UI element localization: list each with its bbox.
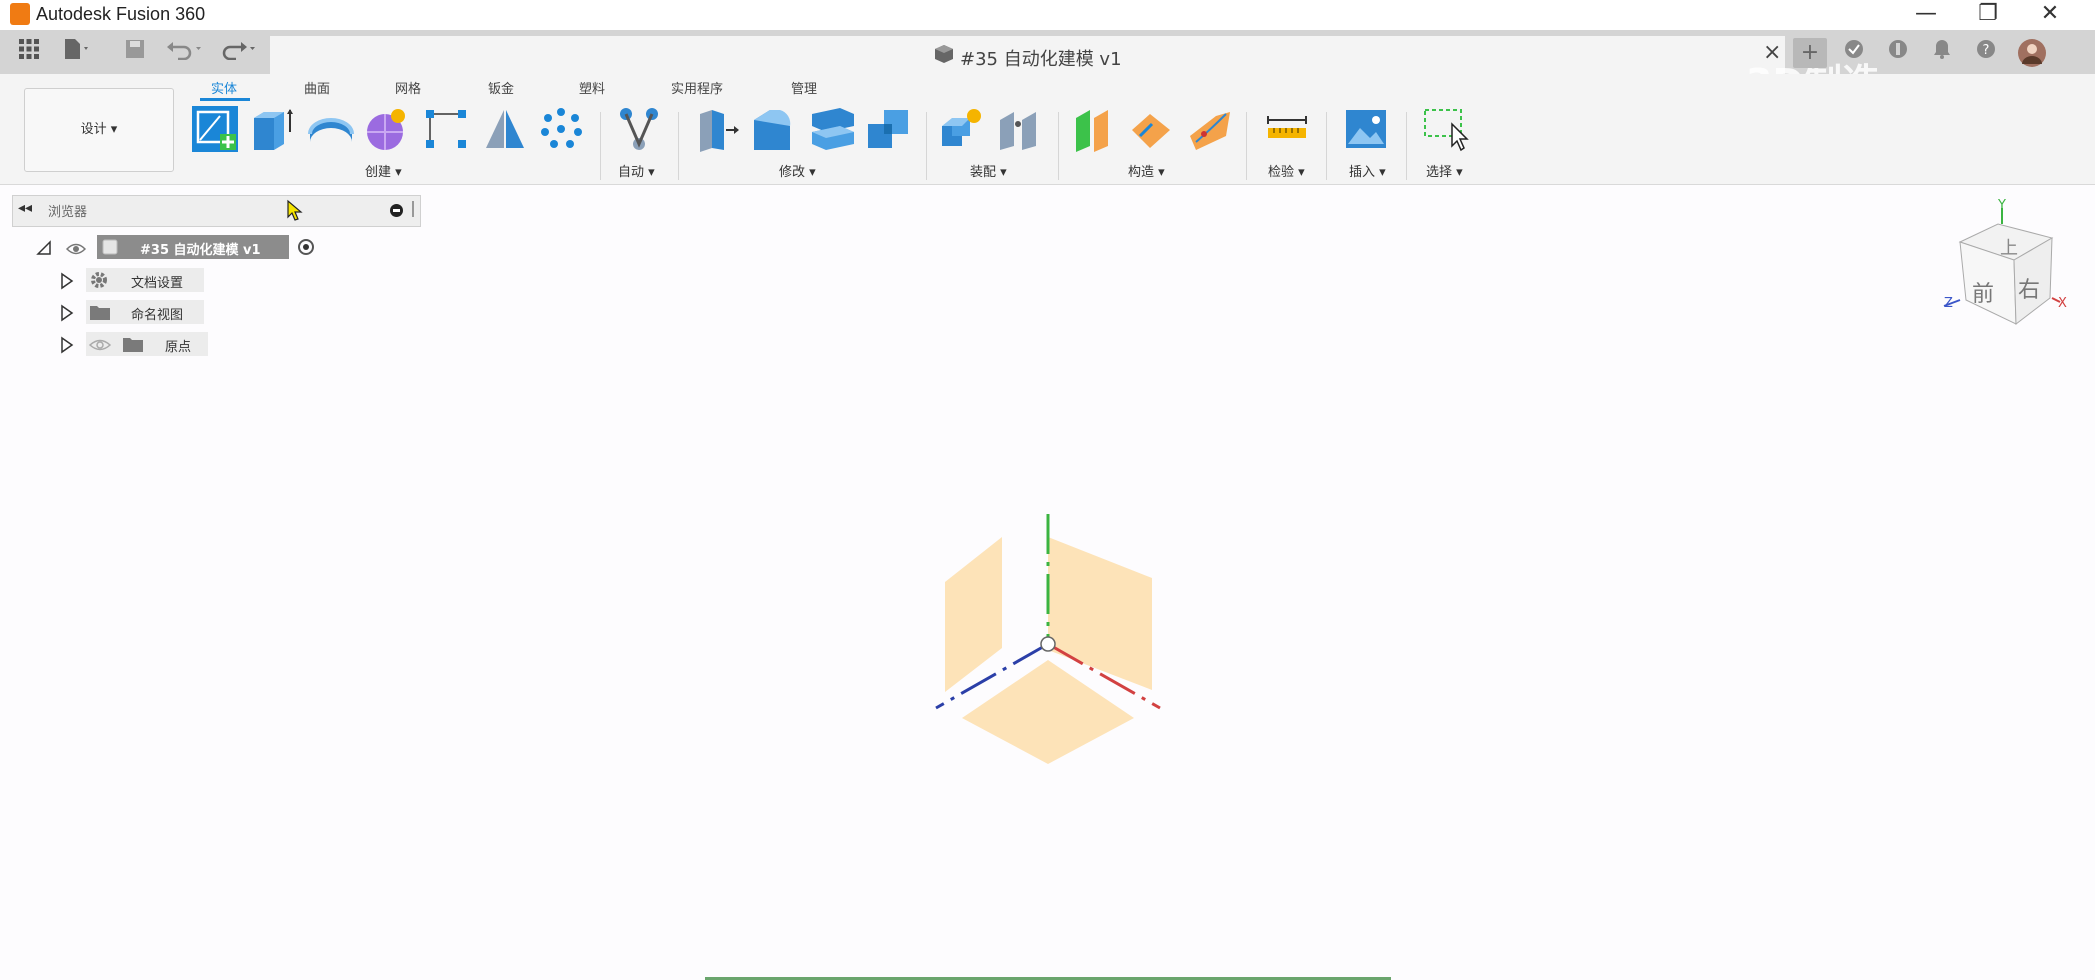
data-panel-grid-icon[interactable] (12, 38, 46, 68)
viewcube[interactable] (1936, 196, 2066, 336)
group-modify[interactable]: 修改 ▾ (779, 161, 816, 180)
browser-pin-icon[interactable] (390, 204, 403, 217)
origin-planes[interactable] (920, 500, 1170, 780)
group-construct[interactable]: 构造 ▾ (1128, 161, 1165, 180)
fusion-logo-icon (10, 3, 30, 25)
measure-icon[interactable] (1264, 106, 1310, 152)
expand-arrow-icon[interactable] (60, 336, 74, 358)
toolbar-divider (926, 112, 927, 180)
restore-button[interactable]: ❐ (1958, 0, 2018, 30)
offset-plane-icon[interactable] (1072, 106, 1118, 152)
tree-item-label: 文档设置 (131, 276, 184, 291)
expand-arrow-icon[interactable] (60, 272, 74, 294)
notifications-bell-icon[interactable] (1925, 38, 1959, 68)
hole-icon[interactable] (364, 106, 410, 152)
browser-title: 浏览器 (48, 205, 88, 220)
help-icon[interactable]: ? (1969, 38, 2003, 68)
toolbar-divider (600, 112, 601, 180)
tree-item-label: 命名视图 (131, 308, 184, 323)
new-tab-plus-icon[interactable]: + (1793, 38, 1827, 68)
toolbar-divider (1058, 112, 1059, 180)
close-window-button[interactable]: ✕ (2020, 0, 2080, 30)
shell-icon[interactable] (810, 106, 856, 152)
tab-plastic[interactable]: 塑料 (579, 78, 605, 97)
hidden-eye-icon[interactable] (88, 337, 112, 356)
group-automate[interactable]: 自动 ▾ (618, 161, 655, 180)
document-title: #35 自动化建模 v1 (960, 49, 1122, 70)
browser-collapse-icon[interactable]: ◂◂ (18, 200, 32, 216)
toolbar-divider (1406, 112, 1407, 180)
workspace-switcher-button[interactable]: 设计 ▾ (24, 88, 174, 172)
new-component-icon[interactable] (938, 106, 984, 152)
tab-sheet-metal[interactable]: 钣金 (488, 78, 514, 97)
toolbar-divider (678, 112, 679, 180)
undo-icon[interactable] (166, 38, 201, 68)
redo-icon[interactable] (220, 38, 255, 68)
group-assemble[interactable]: 装配 ▾ (970, 161, 1007, 180)
gear-icon (89, 270, 109, 294)
user-avatar-icon[interactable] (2015, 38, 2049, 68)
document-component-icon (101, 238, 119, 260)
viewcube-top-face[interactable]: 上 (2000, 234, 2018, 260)
job-status-icon[interactable] (1837, 38, 1871, 68)
tab-manage[interactable]: 管理 (791, 78, 817, 97)
viewcube-right-face[interactable]: 右 (2018, 272, 2040, 304)
revolve-icon[interactable] (308, 106, 354, 152)
group-select[interactable]: 选择 ▾ (1426, 161, 1463, 180)
axis-x-label: X (2058, 296, 2067, 311)
minimize-button[interactable]: — (1896, 0, 1956, 30)
plane-along-path-icon[interactable] (1186, 106, 1232, 152)
expand-arrow-icon[interactable] (60, 304, 74, 326)
group-inspect[interactable]: 检验 ▾ (1268, 161, 1305, 180)
folder-icon (89, 303, 111, 325)
title-bar (0, 0, 2095, 30)
browser-resize-handle[interactable] (412, 201, 414, 217)
press-pull-icon[interactable] (694, 106, 740, 152)
select-icon[interactable] (1422, 106, 1469, 152)
extrude-icon[interactable] (250, 106, 296, 152)
root-collapse-triangle-icon[interactable] (36, 240, 52, 260)
rectangular-pattern-icon[interactable] (424, 106, 470, 152)
tree-item-label: 原点 (165, 340, 192, 355)
group-create[interactable]: 创建 ▾ (365, 161, 402, 180)
plane-at-angle-icon[interactable] (1128, 106, 1174, 152)
axis-y-label: Y (1998, 198, 2006, 213)
root-component-label: #35 自动化建模 v1 (140, 243, 261, 258)
automate-icon[interactable] (616, 106, 662, 152)
visibility-eye-icon[interactable] (65, 241, 87, 260)
tab-solid[interactable]: 实体 (211, 78, 237, 97)
joint-icon[interactable] (996, 106, 1042, 152)
tab-mesh[interactable]: 网格 (395, 78, 421, 97)
file-menu-icon[interactable] (60, 38, 94, 68)
create-sketch-icon[interactable] (190, 104, 238, 152)
toolbar-divider (1246, 112, 1247, 180)
svg-text:?: ? (1983, 43, 1990, 58)
document-cube-icon (934, 44, 954, 64)
activate-radio-icon[interactable] (298, 239, 314, 255)
folder-icon (122, 335, 144, 357)
extensions-icon[interactable] (1881, 38, 1915, 68)
combine-icon[interactable] (866, 106, 912, 152)
save-icon[interactable] (118, 38, 152, 68)
viewcube-front-face[interactable]: 前 (1972, 276, 1994, 308)
axis-z-label: Z (1944, 296, 1953, 311)
window-title: Autodesk Fusion 360 (36, 4, 206, 24)
tab-utilities[interactable]: 实用程序 (671, 78, 723, 97)
fillet-icon[interactable] (750, 106, 796, 152)
insert-image-icon[interactable] (1344, 106, 1390, 152)
mirror-icon[interactable] (482, 106, 528, 152)
toolbar-divider (1326, 112, 1327, 180)
group-insert[interactable]: 插入 ▾ (1349, 161, 1386, 180)
mouse-cursor-icon (286, 199, 304, 227)
circular-pattern-icon[interactable] (538, 106, 584, 152)
active-tab-indicator (200, 98, 250, 101)
tab-surface[interactable]: 曲面 (304, 78, 330, 97)
